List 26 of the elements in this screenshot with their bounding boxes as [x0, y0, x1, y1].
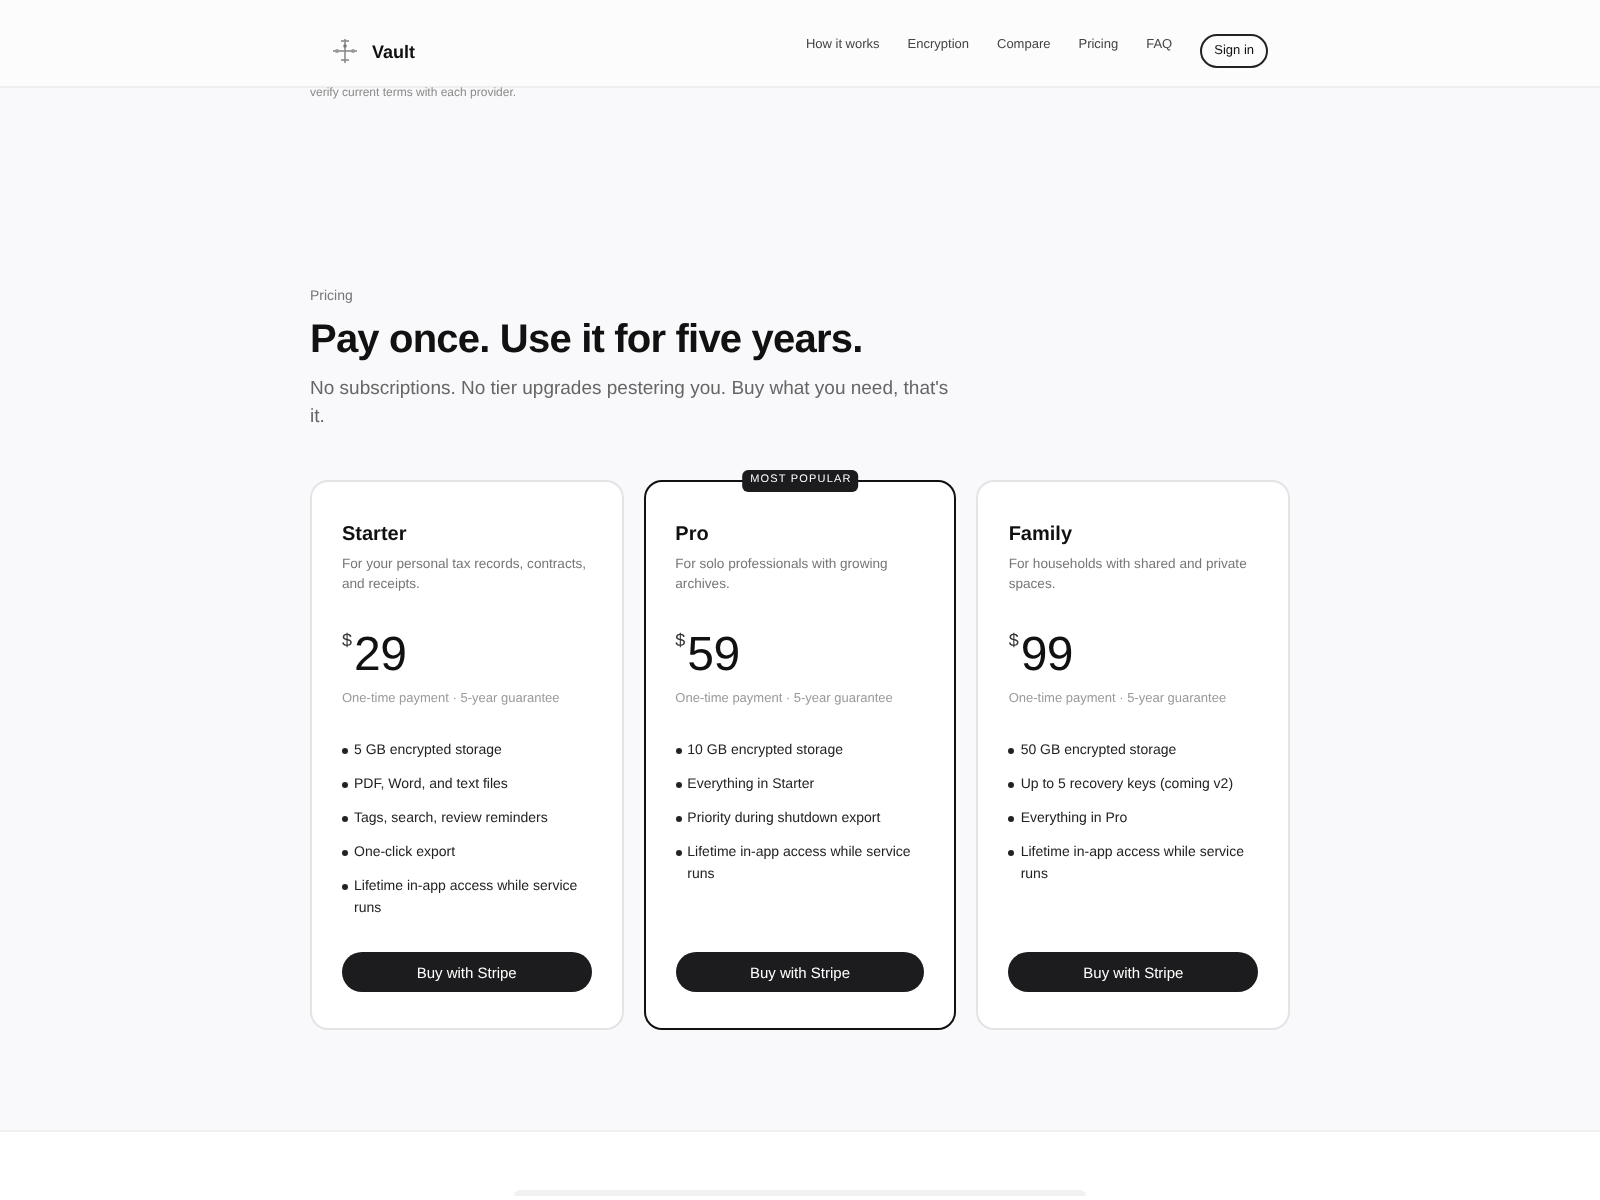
- bullet-icon: [675, 816, 682, 822]
- plan-name: Pro: [675, 522, 711, 550]
- bullet-icon: [675, 850, 682, 856]
- plan-price: 99: [1020, 628, 1073, 684]
- brand-name: Vault: [372, 41, 416, 61]
- bullet-icon: [675, 782, 682, 788]
- plan-name: Starter: [342, 522, 409, 550]
- plan-name: Family: [1008, 522, 1075, 550]
- bullet-icon: [1008, 748, 1015, 754]
- logo-icon: [332, 38, 358, 64]
- bullet-icon: [342, 850, 348, 856]
- bullet-icon: [1008, 816, 1015, 822]
- currency-symbol: $: [675, 630, 686, 650]
- bullet-icon: [342, 884, 348, 890]
- plan-price: 59: [687, 628, 740, 684]
- bullet-icon: [1008, 782, 1015, 788]
- currency-symbol: $: [1008, 630, 1019, 650]
- plan-price: 29: [354, 628, 407, 684]
- bullet-icon: [675, 748, 682, 754]
- bullet-icon: [342, 816, 348, 822]
- bullet-icon: [342, 782, 348, 788]
- section-subtitle: No subscriptions. No tier upgrades pestering you. Buy what you need, that's it.: [310, 376, 951, 432]
- currency-symbol: $: [342, 630, 353, 650]
- bullet-icon: [1008, 850, 1015, 856]
- bullet-icon: [342, 748, 348, 754]
- section-heading: Pay once. Use it for five years.: [310, 316, 865, 366]
